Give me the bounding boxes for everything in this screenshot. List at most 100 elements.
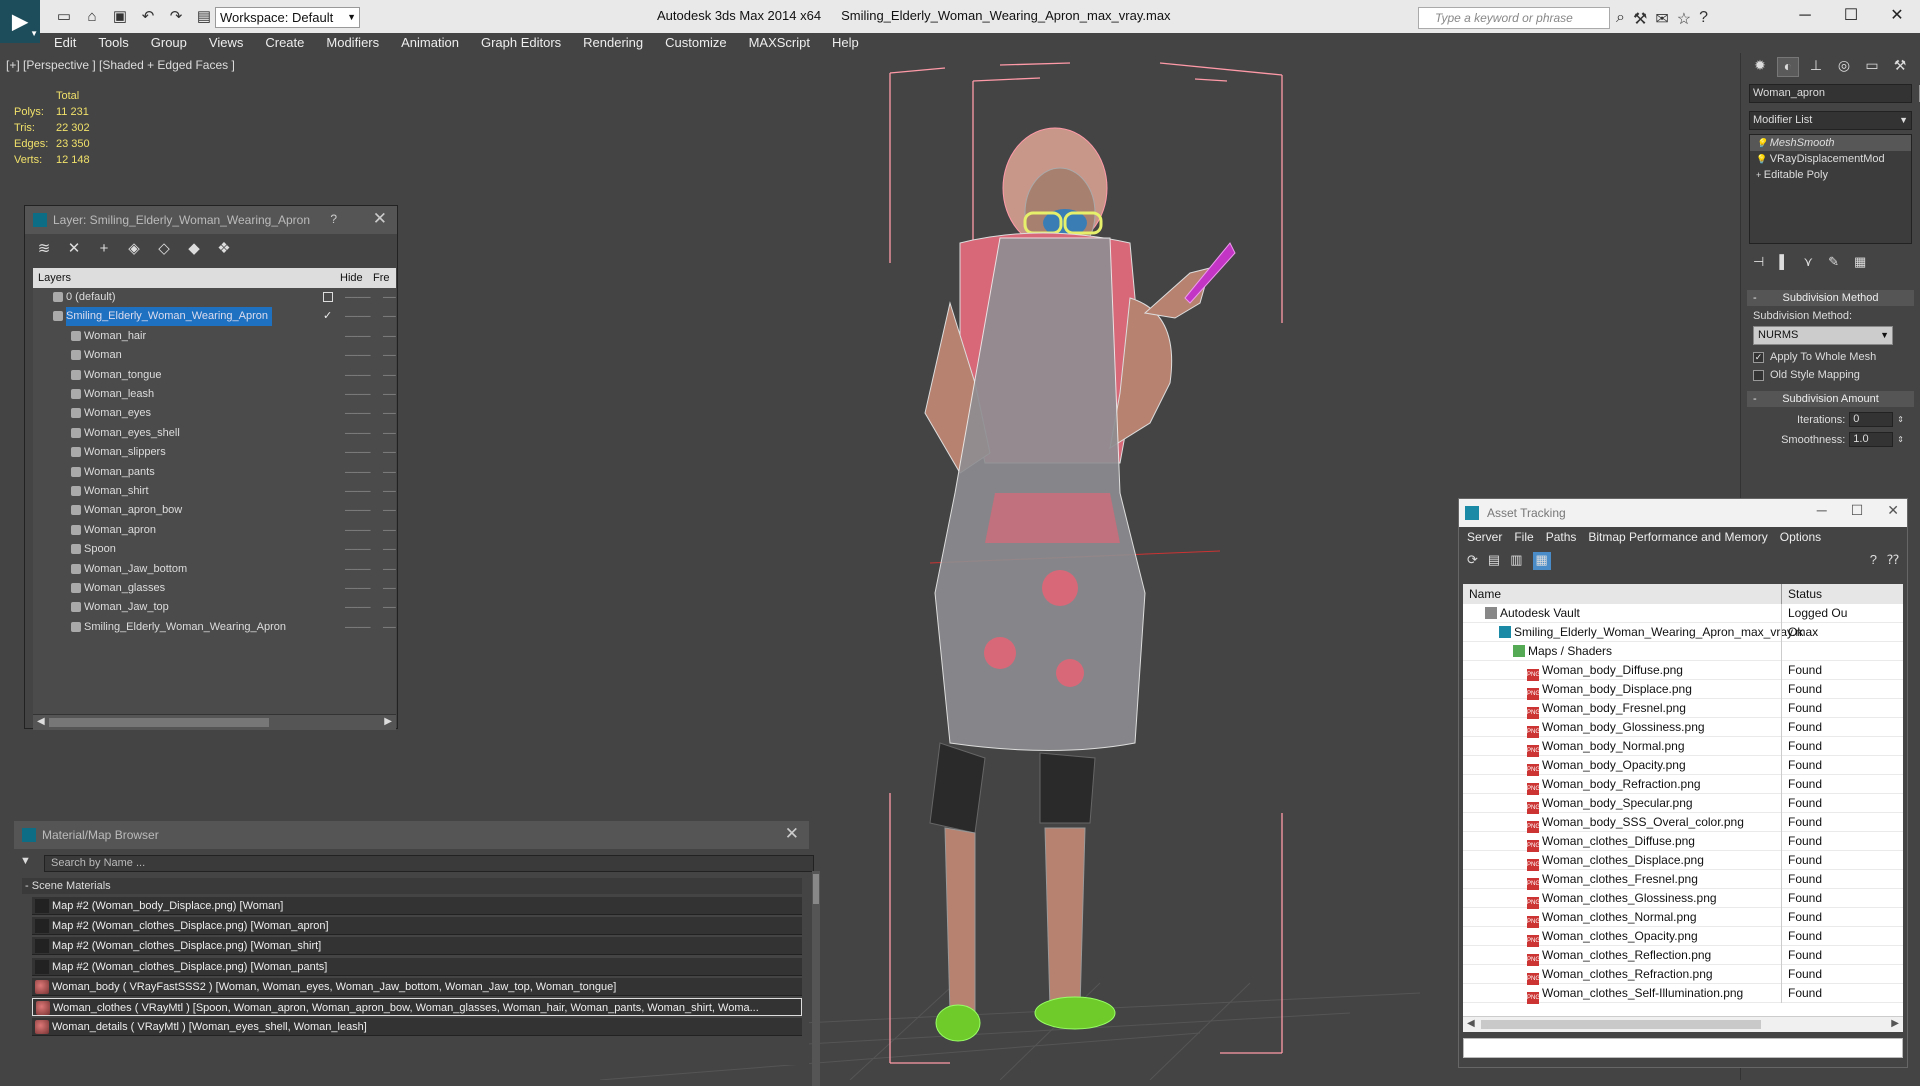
current-layer-box-icon[interactable] <box>323 292 333 302</box>
layer-row[interactable]: Woman_Jaw_top ──── ── <box>33 598 396 617</box>
asset-row[interactable]: PNG Woman_clothes_Normal.png Found <box>1463 908 1903 928</box>
freeze-all-icon[interactable]: ❖ <box>215 239 233 257</box>
context-help-icon[interactable]: ⁇ <box>1887 552 1899 570</box>
add-layer-icon[interactable]: + <box>95 240 113 257</box>
light-bulb-icon[interactable]: 💡 <box>1756 138 1770 148</box>
material-search-input[interactable]: Search by Name ... <box>44 855 814 872</box>
hide-toggle[interactable]: ──── <box>345 385 371 404</box>
iterations-spinner[interactable]: Iterations: 0 ⇕ <box>1753 412 1908 427</box>
open-file-icon[interactable]: ⌂ <box>82 8 102 26</box>
grid-view-icon[interactable]: ▦ <box>1532 552 1551 570</box>
freeze-toggle[interactable]: ── <box>383 307 396 326</box>
column-hide[interactable]: Hide <box>340 268 363 288</box>
hide-toggle[interactable]: ──── <box>345 463 371 482</box>
hide-toggle[interactable]: ──── <box>345 560 371 579</box>
freeze-toggle[interactable]: ── <box>383 579 396 598</box>
scroll-left-icon[interactable]: ◀ <box>1467 1018 1475 1029</box>
display-tab-icon[interactable]: ▭ <box>1861 57 1883 77</box>
layer-row[interactable]: Woman_apron_bow ──── ── <box>33 501 396 520</box>
subscription-icon[interactable]: ⚒ <box>1633 9 1647 29</box>
asset-menu-paths[interactable]: Paths <box>1546 527 1577 547</box>
menu-item-modifiers[interactable]: Modifiers <box>326 33 379 53</box>
material-row[interactable]: Woman_body ( VRayFastSSS2 ) [Woman, Woma… <box>32 977 802 996</box>
layer-row[interactable]: Smiling_Elderly_Woman_Wearing_Apron ──── ─… <box>33 618 396 637</box>
list-view-icon[interactable]: ▤ <box>1488 552 1500 570</box>
layer-row[interactable]: Woman_eyes_shell ──── ── <box>33 424 396 443</box>
scene-materials-group[interactable]: - Scene Materials <box>22 878 802 894</box>
asset-row[interactable]: PNG Woman_body_Glossiness.png Found <box>1463 718 1903 738</box>
freeze-toggle[interactable]: ── <box>383 618 396 637</box>
project-folder-icon[interactable]: ▤ <box>194 8 214 26</box>
help-icon[interactable]: ? <box>1870 552 1877 570</box>
layer-row[interactable]: Woman_Jaw_bottom ──── ── <box>33 560 396 579</box>
layer-row[interactable]: Woman_shirt ──── ── <box>33 482 396 501</box>
hide-toggle[interactable]: ──── <box>345 618 371 637</box>
scroll-right-icon[interactable]: ▶ <box>384 716 392 727</box>
hide-all-icon[interactable]: ◆ <box>185 239 203 257</box>
create-tab-icon[interactable]: ✹ <box>1749 57 1771 77</box>
old-style-mapping-checkbox[interactable]: Old Style Mapping <box>1753 369 1908 381</box>
checkbox-unchecked[interactable] <box>1753 369 1764 381</box>
remove-modifier-icon[interactable]: ✎ <box>1828 254 1839 270</box>
material-row[interactable]: Woman_details ( VRayMtl ) [Woman_eyes_sh… <box>32 1018 802 1037</box>
workspace-dropdown[interactable]: Workspace: Default ▼ <box>215 7 360 28</box>
hide-toggle[interactable]: ──── <box>345 288 371 307</box>
menu-item-edit[interactable]: Edit <box>54 33 76 53</box>
layer-row[interactable]: Woman_apron ──── ── <box>33 521 396 540</box>
close-icon[interactable]: ✕ <box>373 209 387 229</box>
column-layers[interactable]: Layers <box>38 268 71 288</box>
layer-row[interactable]: Woman_glasses ──── ── <box>33 579 396 598</box>
scroll-left-icon[interactable]: ◀ <box>37 716 45 727</box>
column-name[interactable]: Name <box>1469 584 1501 604</box>
viewport-label[interactable]: [+] [Perspective ] [Shaded + Edged Faces… <box>6 58 235 72</box>
asset-row[interactable]: PNG Woman_clothes_Reflection.png Found <box>1463 946 1903 966</box>
asset-row[interactable]: PNG Woman_body_Fresnel.png Found <box>1463 699 1903 719</box>
asset-menu-file[interactable]: File <box>1514 527 1533 547</box>
material-row[interactable]: Map #2 (Woman_body_Displace.png) [Woman] <box>32 897 802 915</box>
layer-row[interactable]: 0 (default) ──── ── <box>33 288 396 307</box>
layer-row[interactable]: Smiling_Elderly_Woman_Wearing_Apron ──── ─… <box>33 307 396 327</box>
make-unique-icon[interactable]: ⋎ <box>1804 254 1814 270</box>
scroll-thumb[interactable] <box>813 874 819 904</box>
layer-row[interactable]: Woman_pants ──── ── <box>33 463 396 482</box>
asset-tracking-titlebar[interactable]: Asset Tracking ─ ☐ ✕ <box>1459 499 1907 527</box>
subdivision-amount-rollout[interactable]: - Subdivision Amount <box>1747 391 1914 407</box>
favorites-star-icon[interactable]: ☆ <box>1677 9 1691 29</box>
communication-icon[interactable]: ✉ <box>1655 9 1668 29</box>
asset-menu-bitmap-performance-and-memory[interactable]: Bitmap Performance and Memory <box>1588 527 1767 547</box>
layer-row[interactable]: Woman_leash ──── ── <box>33 385 396 404</box>
new-file-icon[interactable]: ▭ <box>54 8 74 26</box>
scroll-thumb[interactable] <box>1481 1020 1761 1029</box>
configure-sets-icon[interactable]: ▦ <box>1854 254 1866 270</box>
help-icon[interactable]: ? <box>330 212 337 226</box>
pin-stack-icon[interactable]: ⊣ <box>1753 254 1764 270</box>
asset-row[interactable]: PNG Woman_clothes_Self-Illumination.png Fo… <box>1463 984 1903 1004</box>
spinner-arrows-icon[interactable]: ⇕ <box>1897 415 1904 424</box>
light-bulb-icon[interactable]: 💡 <box>1756 154 1770 164</box>
options-chevron-icon[interactable]: ▼ <box>20 855 31 867</box>
modify-tab-icon[interactable]: ◐ <box>1777 57 1799 77</box>
subdivision-method-rollout[interactable]: - Subdivision Method <box>1747 290 1914 306</box>
apply-whole-mesh-checkbox[interactable]: ✓ Apply To Whole Mesh <box>1753 351 1908 363</box>
hide-toggle[interactable]: ──── <box>345 482 371 501</box>
menu-item-views[interactable]: Views <box>209 33 243 53</box>
select-objects-icon[interactable]: ◈ <box>125 239 143 257</box>
asset-row[interactable]: Smiling_Elderly_Woman_Wearing_Apron_max_… <box>1463 623 1903 642</box>
asset-row[interactable]: PNG Woman_clothes_Diffuse.png Found <box>1463 832 1903 852</box>
freeze-toggle[interactable]: ── <box>383 598 396 617</box>
search-input[interactable]: Type a keyword or phrase <box>1418 7 1610 29</box>
freeze-toggle[interactable]: ── <box>383 560 396 579</box>
modifier-list-dropdown[interactable]: Modifier List ▼ <box>1749 111 1912 130</box>
material-row[interactable]: Map #2 (Woman_clothes_Displace.png) [Wom… <box>32 937 802 956</box>
freeze-toggle[interactable]: ── <box>383 521 396 540</box>
modifier-stack-item[interactable]: 💡 VRayDisplacementMod <box>1750 151 1911 167</box>
asset-row[interactable]: PNG Woman_clothes_Fresnel.png Found <box>1463 870 1903 890</box>
asset-row[interactable]: Autodesk Vault Logged Ou <box>1463 604 1903 623</box>
active-layer-check-icon[interactable]: ✓ <box>323 307 332 326</box>
smoothness-spinner[interactable]: Smoothness: 1.0 ⇕ <box>1753 432 1908 447</box>
hide-toggle[interactable]: ──── <box>345 327 371 346</box>
maximize-icon[interactable]: ☐ <box>1851 502 1864 519</box>
layer-panel-titlebar[interactable]: Layer: Smiling_Elderly_Woman_Wearing_Apr… <box>25 206 397 234</box>
hierarchy-tab-icon[interactable]: ⊥ <box>1805 57 1827 77</box>
freeze-toggle[interactable]: ── <box>383 288 396 307</box>
